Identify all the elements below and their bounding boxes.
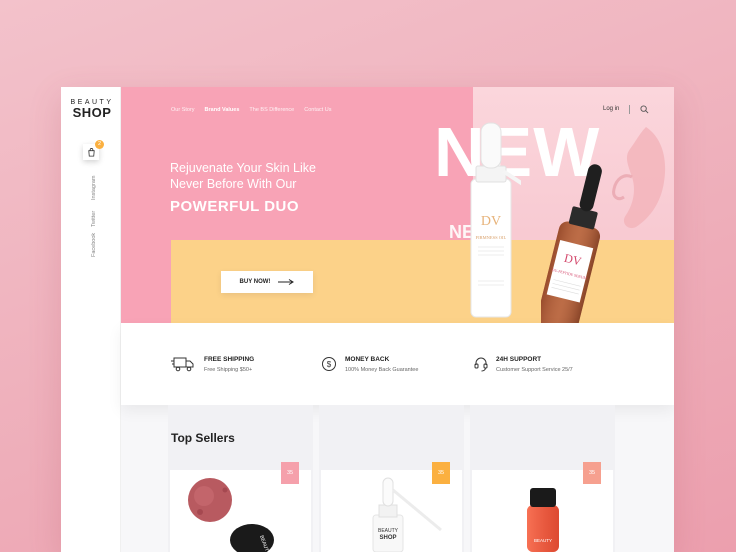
buy-now-label: BUY NOW! [239, 279, 271, 285]
feature-title: FREE SHIPPING [204, 356, 255, 363]
svg-text:SHOP: SHOP [379, 535, 396, 541]
sidebar: BEAUTY SHOP 2 Instagram Twitter Facebook [61, 87, 121, 552]
top-sellers-title: Top Sellers [171, 431, 235, 445]
cart-count-badge: 2 [95, 140, 104, 149]
arrow-right-icon [278, 279, 295, 285]
product-price-tag: 35 [281, 462, 299, 484]
du-peptide-serum-bottle[interactable]: DV DU-PEPTIDE SERUM [541, 152, 611, 323]
firmness-oil-logo: DV [481, 214, 501, 229]
brand-logo[interactable]: BEAUTY SHOP [70, 99, 114, 119]
feature-title: 24H SUPPORT [496, 356, 542, 363]
features-bar: FREE SHIPPING Free Shipping $50+ $ MONEY… [121, 323, 674, 405]
nav-bs-difference[interactable]: The BS Difference [249, 107, 294, 113]
svg-text:BEAUTY: BEAUTY [534, 538, 552, 543]
firmness-oil-name: FIRMNESS OIL [476, 235, 507, 240]
social-instagram-link[interactable]: Instagram [91, 176, 97, 200]
social-facebook-link[interactable]: Facebook [91, 233, 97, 257]
hand-image [612, 127, 666, 229]
main-nav: Our Story Brand Values The BS Difference… [171, 107, 331, 113]
nav-our-story[interactable]: Our Story [171, 107, 195, 113]
social-twitter-link[interactable]: Twitter [91, 211, 97, 227]
svg-text:$: $ [327, 360, 332, 369]
headset-icon [474, 357, 488, 372]
svg-text:BEAUTY: BEAUTY [378, 528, 399, 534]
site-frame: BEAUTY SHOP 2 Instagram Twitter Facebook… [61, 87, 674, 552]
nav-brand-values[interactable]: Brand Values [205, 107, 240, 113]
feature-subtitle: Free Shipping $50+ [204, 367, 253, 373]
shopping-bag-icon [87, 147, 95, 157]
login-link[interactable]: Log in [603, 106, 619, 112]
brand-bottom: SHOP [72, 105, 112, 120]
header-divider [629, 105, 630, 114]
product-price-tag: 35 [583, 462, 601, 484]
product-price-tag: 35 [432, 462, 450, 484]
hero-headline: Rejuvenate Your Skin Like Never Before W… [170, 161, 316, 191]
hero-banner: Our Story Brand Values The BS Difference… [121, 87, 674, 323]
truck-icon [171, 357, 194, 372]
dollar-coin-icon: $ [322, 357, 336, 371]
nav-contact-us[interactable]: Contact Us [304, 107, 331, 113]
buy-now-button[interactable]: BUY NOW! [221, 271, 313, 293]
search-icon[interactable] [640, 105, 649, 114]
feature-subtitle: Customer Support Service 25/7 [496, 367, 573, 373]
feature-title: MONEY BACK [345, 356, 390, 363]
firmness-oil-bottle[interactable]: DV FIRMNESS OIL [461, 121, 521, 321]
feature-subtitle: 100% Money Back Guarantee [345, 367, 419, 373]
hero-highlight: POWERFUL DUO [170, 198, 300, 215]
